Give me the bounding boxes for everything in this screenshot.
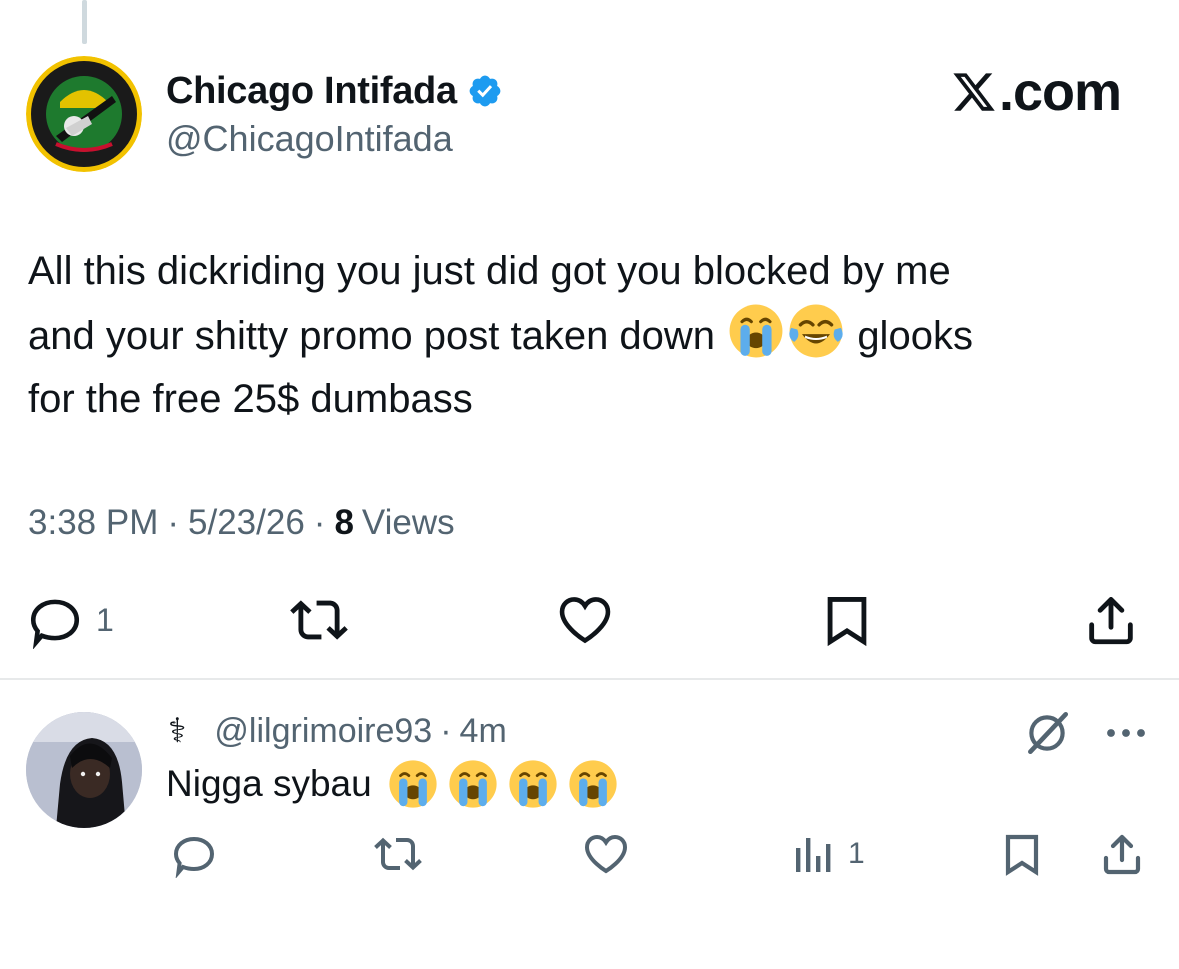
x-com-watermark: .com bbox=[951, 62, 1122, 122]
author-name-row: Chicago Intifada bbox=[166, 68, 503, 114]
retweet-icon bbox=[374, 837, 422, 871]
views-count[interactable]: 8 bbox=[334, 503, 353, 543]
reply-avatar[interactable] bbox=[26, 712, 142, 828]
views-icon bbox=[796, 838, 831, 872]
reply-button[interactable] bbox=[170, 826, 218, 882]
loudly-crying-face-emoji-icon bbox=[388, 759, 438, 809]
x-logo-icon bbox=[953, 73, 995, 111]
loudly-crying-face-emoji-icon bbox=[448, 759, 498, 809]
meta-separator: · bbox=[440, 711, 452, 750]
like-button[interactable] bbox=[556, 590, 614, 650]
retweet-button[interactable] bbox=[374, 826, 422, 882]
bookmark-button[interactable] bbox=[818, 590, 876, 650]
tweet-actions-bar: 1 bbox=[0, 590, 1179, 650]
like-icon bbox=[559, 597, 611, 644]
retweet-icon bbox=[290, 600, 348, 640]
views-button[interactable]: 1 bbox=[790, 826, 865, 882]
tweet-text: All this dickriding you just did got you… bbox=[28, 240, 1138, 431]
retweet-button[interactable] bbox=[290, 590, 348, 650]
tweet-meta: 3:38 PM · 5/23/26 · 8 Views bbox=[28, 500, 455, 546]
views-label[interactable]: Views bbox=[362, 503, 455, 543]
tweet-text-line: for the free 25$ dumbass bbox=[28, 377, 473, 421]
views-count: 1 bbox=[848, 837, 865, 870]
reply-text: Nigga sybau bbox=[166, 758, 620, 810]
loudly-crying-face-emoji-icon bbox=[728, 303, 784, 359]
reply-handle[interactable]: @lilgrimoire93 bbox=[214, 712, 432, 751]
grok-icon[interactable] bbox=[1022, 708, 1072, 758]
reply-actions-bar: 1 bbox=[0, 826, 1179, 882]
bookmark-button[interactable] bbox=[998, 826, 1046, 882]
reply-display-name[interactable]: ⚕ bbox=[168, 711, 186, 751]
tweet-text-line: and your shitty promo post taken down gl… bbox=[28, 303, 1138, 368]
face-with-tears-of-joy-emoji-icon bbox=[788, 303, 844, 359]
reply-header: ⚕ @lilgrimoire93 · 4m bbox=[168, 708, 507, 754]
divider bbox=[0, 678, 1179, 680]
author-handle[interactable]: @ChicagoIntifada bbox=[166, 118, 453, 160]
tweet-time[interactable]: 3:38 PM bbox=[28, 503, 158, 543]
tweet-date[interactable]: 5/23/26 bbox=[188, 503, 305, 543]
tweet-text-segment: glooks bbox=[857, 314, 973, 358]
brand-text: .com bbox=[998, 62, 1122, 122]
reply-icon bbox=[30, 599, 80, 649]
like-icon bbox=[584, 834, 628, 874]
share-button[interactable] bbox=[1098, 826, 1146, 882]
reply-time[interactable]: 4m bbox=[460, 712, 507, 751]
meta-separator: · bbox=[313, 503, 326, 542]
tweet-text-line: All this dickriding you just did got you… bbox=[28, 249, 951, 293]
thread-connector-line bbox=[82, 0, 87, 44]
share-icon bbox=[1089, 597, 1133, 645]
reply-count: 1 bbox=[96, 601, 114, 638]
reply-text-content: Nigga sybau bbox=[166, 763, 372, 804]
meta-separator: · bbox=[167, 503, 180, 542]
verified-badge-icon[interactable] bbox=[467, 73, 503, 109]
reply-icon bbox=[173, 836, 215, 878]
bookmark-icon bbox=[1005, 834, 1039, 876]
like-button[interactable] bbox=[582, 826, 630, 882]
avatar[interactable] bbox=[26, 56, 142, 172]
share-button[interactable] bbox=[1082, 590, 1140, 650]
reply-button[interactable]: 1 bbox=[26, 590, 114, 650]
loudly-crying-face-emoji-icon bbox=[508, 759, 558, 809]
loudly-crying-face-emoji-icon bbox=[568, 759, 618, 809]
bookmark-icon bbox=[827, 597, 867, 647]
display-name[interactable]: Chicago Intifada bbox=[166, 70, 457, 113]
more-options-icon[interactable] bbox=[1102, 718, 1150, 748]
tweet-text-segment: and your shitty promo post taken down bbox=[28, 314, 716, 358]
share-icon bbox=[1103, 834, 1141, 875]
